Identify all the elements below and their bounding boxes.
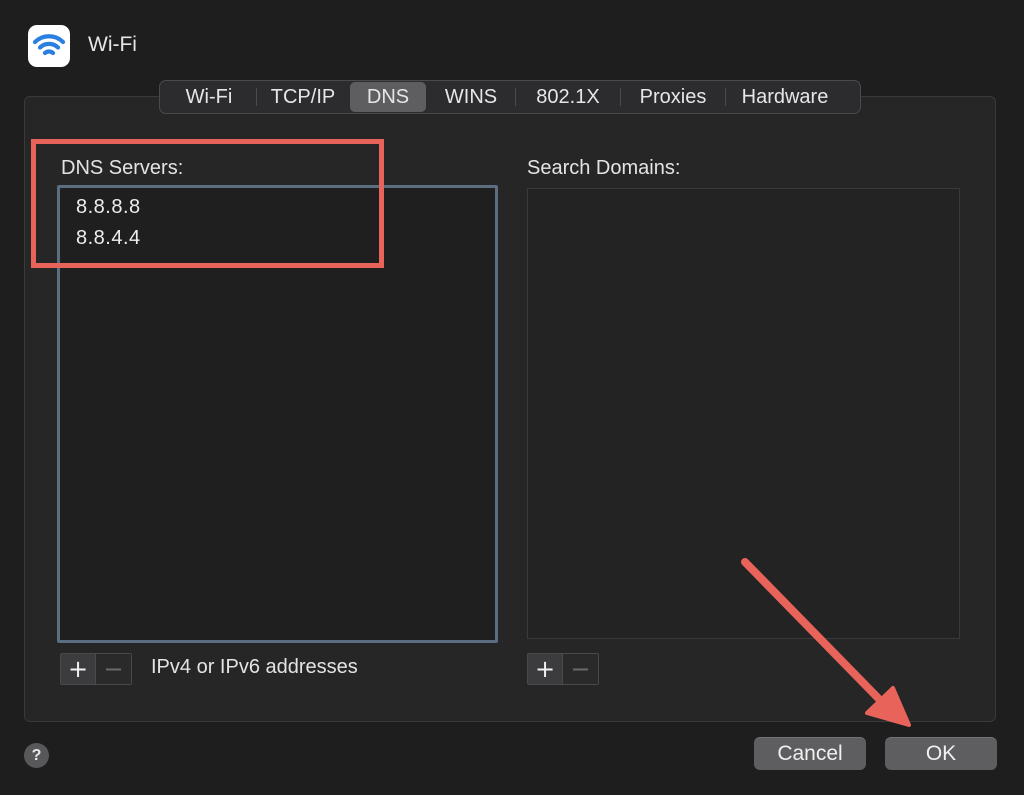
dns-add-remove-group: + −: [60, 653, 132, 685]
dns-remove-button[interactable]: −: [96, 654, 131, 684]
tab-bar: Wi-Fi TCP/IP DNS WINS 802.1X Proxies Har…: [159, 80, 861, 114]
tab-wins[interactable]: WINS: [427, 82, 515, 112]
search-add-remove-group: + −: [527, 653, 599, 685]
tab-wifi[interactable]: Wi-Fi: [162, 82, 256, 112]
tab-8021x[interactable]: 802.1X: [516, 82, 620, 112]
tab-dns[interactable]: DNS: [350, 82, 426, 112]
tab-hardware[interactable]: Hardware: [726, 82, 844, 112]
wifi-icon: [32, 34, 66, 56]
dns-servers-list[interactable]: 8.8.8.8 8.8.4.4: [57, 185, 498, 643]
tab-tcpip[interactable]: TCP/IP: [257, 82, 349, 112]
wifi-app-icon: [28, 25, 70, 67]
window-title: Wi-Fi: [88, 33, 137, 56]
search-remove-button[interactable]: −: [563, 654, 598, 684]
help-button[interactable]: ?: [24, 743, 49, 768]
search-domains-label: Search Domains:: [527, 157, 681, 179]
dns-servers-label: DNS Servers:: [61, 157, 184, 179]
dns-server-entry[interactable]: 8.8.8.8: [76, 196, 141, 219]
search-domains-list[interactable]: [527, 188, 960, 639]
ok-button[interactable]: OK: [885, 737, 997, 770]
search-add-button[interactable]: +: [528, 654, 563, 684]
dns-server-entry[interactable]: 8.8.4.4: [76, 227, 141, 250]
tab-proxies[interactable]: Proxies: [621, 82, 725, 112]
dns-hint-text: IPv4 or IPv6 addresses: [151, 656, 358, 678]
dns-add-button[interactable]: +: [61, 654, 96, 684]
cancel-button[interactable]: Cancel: [754, 737, 866, 770]
